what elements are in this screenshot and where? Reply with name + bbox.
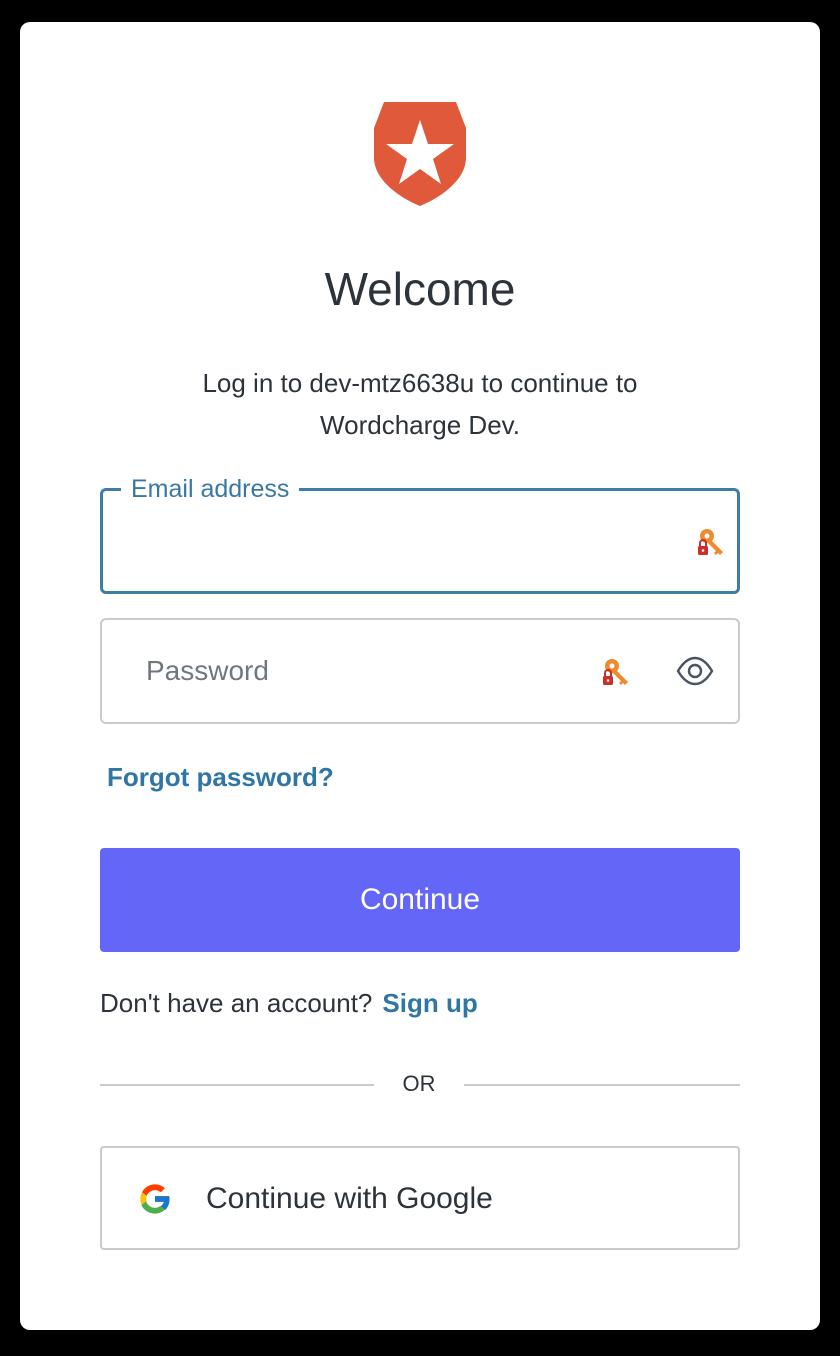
password-input[interactable]	[102, 620, 738, 722]
divider-or-text: OR	[402, 1071, 436, 1096]
page-subtitle: Log in to dev-mtz6638u to continue to Wo…	[202, 368, 638, 440]
signup-link[interactable]: Sign up	[382, 988, 477, 1018]
auth0-logo-icon	[374, 102, 466, 206]
page-title: Welcome	[324, 263, 516, 315]
login-card: Welcome Log in to dev-mtz6638u to contin…	[20, 22, 820, 1330]
password-manager-key-icon[interactable]	[600, 656, 632, 688]
email-field[interactable]: Email address	[100, 471, 740, 594]
continue-with-google-button[interactable]: Continue with Google	[100, 1146, 740, 1250]
divider-line-left	[100, 1084, 374, 1086]
google-button-label: Continue with Google	[206, 1182, 493, 1215]
divider-line-right	[464, 1084, 740, 1086]
google-g-icon	[140, 1184, 171, 1214]
signup-prompt: Don't have an account?	[100, 988, 373, 1018]
password-field[interactable]	[100, 618, 740, 724]
email-input[interactable]	[103, 491, 737, 591]
continue-button[interactable]: Continue	[100, 848, 740, 952]
forgot-password-link[interactable]: Forgot password?	[107, 762, 334, 793]
show-password-eye-icon[interactable]	[676, 656, 714, 686]
signup-row: Don't have an account? Sign up	[100, 988, 478, 1019]
password-manager-key-icon[interactable]	[695, 526, 727, 558]
